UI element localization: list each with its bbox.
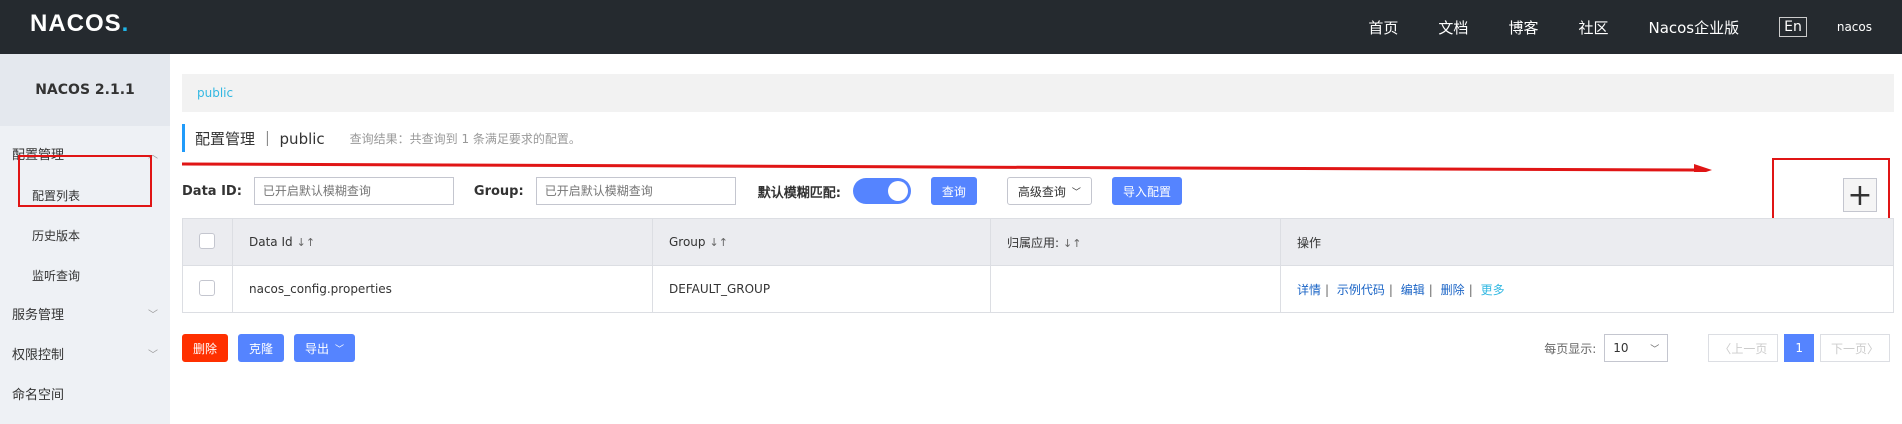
bulk-delete-button[interactable]: 删除 bbox=[182, 334, 229, 362]
column-header-ops: 操作 bbox=[1280, 218, 1894, 266]
import-config-button[interactable]: 导入配置 bbox=[1111, 177, 1182, 205]
sidebar-item-history[interactable]: 历史版本 bbox=[0, 216, 170, 256]
per-page-label: 每页显示: bbox=[1544, 341, 1597, 356]
group-input[interactable] bbox=[535, 177, 736, 205]
page-title: 配置管理 ｜ public bbox=[195, 129, 325, 148]
more-link[interactable]: 更多 bbox=[1481, 283, 1505, 297]
main-content: public 配置管理 ｜ public 查询结果：共查询到 1 条满足要求的配… bbox=[170, 54, 1902, 424]
export-button[interactable]: 导出 ﹀ bbox=[294, 334, 356, 362]
cell-group: DEFAULT_GROUP bbox=[652, 265, 991, 313]
filter-bar: Data ID: Group: 默认模糊匹配: 查询 高级查询 ﹀ 导入配置 bbox=[182, 174, 1582, 208]
add-config-button[interactable]: + bbox=[1843, 177, 1877, 213]
cell-data-id: nacos_config.properties bbox=[232, 265, 653, 313]
chevron-down-icon: ﹀ bbox=[1650, 344, 1660, 355]
chevron-down-icon: ﹀ bbox=[1071, 187, 1081, 198]
data-id-input[interactable] bbox=[253, 177, 454, 205]
chevron-down-icon: ﹀ bbox=[335, 344, 345, 355]
delete-link[interactable]: 删除 bbox=[1441, 283, 1465, 297]
column-header-group[interactable]: Group ↓↑ bbox=[652, 218, 991, 266]
fuzzy-match-toggle[interactable] bbox=[852, 178, 911, 204]
table-header-row: Data Id ↓↑ Group ↓↑ 归属应用: ↓↑ 操作 bbox=[182, 218, 1894, 266]
chevron-left-icon: 〈 bbox=[1719, 341, 1732, 356]
language-toggle-button[interactable]: En bbox=[1779, 17, 1807, 37]
nacos-logo[interactable]: NACOS. bbox=[30, 10, 129, 38]
details-link[interactable]: 详情 bbox=[1297, 283, 1321, 297]
top-nav: 首页 文档 博客 社区 Nacos企业版 En nacos bbox=[1368, 0, 1902, 54]
group-label: Group: bbox=[473, 183, 524, 199]
sidebar-item-listener[interactable]: 监听查询 bbox=[0, 256, 170, 296]
cell-ops: 详情 | 示例代码 | 编辑 | 删除 | 更多 bbox=[1280, 265, 1894, 313]
toggle-knob bbox=[887, 181, 908, 201]
table-row: nacos_config.properties DEFAULT_GROUP 详情… bbox=[182, 265, 1894, 313]
sidebar-group-service[interactable]: 服务管理 ﹀ bbox=[0, 296, 170, 336]
pagination: 每页显示: 10 ﹀ 〈上一页 1 下一页〉 bbox=[1544, 334, 1890, 362]
top-navbar: NACOS. 首页 文档 博客 社区 Nacos企业版 En nacos bbox=[0, 0, 1902, 54]
nav-community[interactable]: 社区 bbox=[1578, 17, 1608, 38]
sample-code-link[interactable]: 示例代码 bbox=[1337, 283, 1385, 297]
fuzzy-match-label: 默认模糊匹配: bbox=[757, 185, 841, 201]
plus-icon: + bbox=[1847, 177, 1873, 213]
page-header: 配置管理 ｜ public 查询结果：共查询到 1 条满足要求的配置。 bbox=[182, 124, 581, 152]
advanced-query-button[interactable]: 高级查询 ﹀ bbox=[1006, 177, 1092, 205]
annotation-arrow bbox=[182, 162, 1712, 172]
chevron-down-icon: ﹀ bbox=[148, 350, 158, 361]
column-header-app[interactable]: 归属应用: ↓↑ bbox=[990, 218, 1281, 266]
next-page-button[interactable]: 下一页〉 bbox=[1819, 334, 1890, 362]
sidebar-group-namespace[interactable]: 命名空间 bbox=[0, 376, 170, 416]
data-id-label: Data ID: bbox=[182, 183, 242, 199]
chevron-right-icon: 〉 bbox=[1866, 341, 1879, 356]
config-table: Data Id ↓↑ Group ↓↑ 归属应用: ↓↑ 操作 nacos_confi… bbox=[182, 218, 1894, 313]
sidebar-group-auth[interactable]: 权限控制 ﹀ bbox=[0, 336, 170, 376]
query-result-text: 查询结果：共查询到 1 条满足要求的配置。 bbox=[349, 131, 581, 146]
cell-app bbox=[990, 265, 1281, 313]
prev-page-button[interactable]: 〈上一页 bbox=[1708, 334, 1779, 362]
page-1-button[interactable]: 1 bbox=[1784, 334, 1814, 362]
user-menu[interactable]: nacos bbox=[1837, 20, 1872, 34]
bulk-actions: 删除 克隆 导出 ﹀ bbox=[182, 334, 356, 362]
version-label: NACOS 2.1.1 bbox=[0, 54, 170, 126]
bulk-clone-button[interactable]: 克隆 bbox=[238, 334, 285, 362]
edit-link[interactable]: 编辑 bbox=[1401, 283, 1425, 297]
column-header-data-id[interactable]: Data Id ↓↑ bbox=[232, 218, 653, 266]
sort-icon[interactable]: ↓↑ bbox=[1063, 237, 1081, 250]
chevron-down-icon: ﹀ bbox=[148, 310, 158, 321]
namespace-link-public[interactable]: public bbox=[197, 86, 233, 100]
annotation-highlight-box bbox=[18, 155, 152, 207]
sidebar: NACOS 2.1.1 配置管理 ︿ 配置列表 历史版本 监听查询 服务管理 ﹀… bbox=[0, 54, 170, 424]
nav-home[interactable]: 首页 bbox=[1368, 17, 1398, 38]
select-all-checkbox[interactable] bbox=[199, 232, 215, 249]
nav-docs[interactable]: 文档 bbox=[1438, 17, 1468, 38]
nav-enterprise[interactable]: Nacos企业版 bbox=[1648, 17, 1739, 38]
nav-blog[interactable]: 博客 bbox=[1508, 17, 1538, 38]
sort-icon[interactable]: ↓↑ bbox=[710, 236, 728, 249]
sort-icon[interactable]: ↓↑ bbox=[297, 236, 315, 249]
row-checkbox[interactable] bbox=[199, 279, 215, 296]
query-button[interactable]: 查询 bbox=[930, 177, 977, 205]
per-page-select[interactable]: 10 ﹀ bbox=[1604, 334, 1669, 362]
namespace-bar: public bbox=[182, 74, 1894, 112]
